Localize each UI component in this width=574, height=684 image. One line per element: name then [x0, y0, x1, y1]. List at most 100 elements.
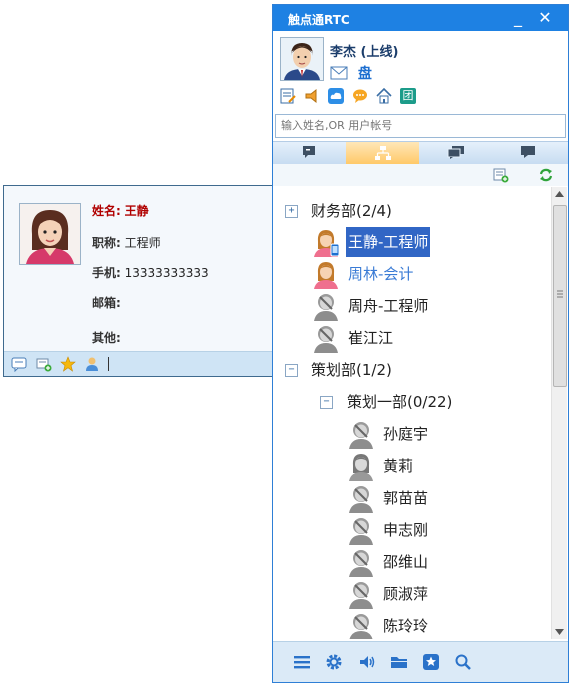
contact-item[interactable]: 崔江江 [273, 323, 551, 353]
contact-name-row: 姓名: 王静 [92, 202, 149, 219]
close-button[interactable]: ✕ [534, 7, 556, 29]
contact-name[interactable]: 王静-工程师 [346, 227, 431, 257]
search-icon[interactable] [454, 653, 472, 671]
home-icon[interactable] [376, 87, 392, 107]
avatar[interactable] [280, 37, 324, 81]
favorites-icon[interactable] [422, 653, 440, 671]
tree-node-dept[interactable]: − 策划部(1/2) [273, 355, 551, 385]
contact-item[interactable]: 邵维山 [273, 547, 551, 577]
offline-user-icon [311, 291, 341, 321]
contact-name[interactable]: 顾淑萍 [383, 579, 428, 609]
text-cursor [108, 357, 109, 371]
user-status[interactable]: (上线) [361, 45, 399, 60]
title-bar[interactable]: 触点通RTC _ ✕ [273, 5, 568, 31]
contact-item[interactable]: 陈玲玲 [273, 611, 551, 639]
volume-icon[interactable] [358, 653, 376, 671]
tab-groups[interactable] [419, 142, 492, 164]
tab-discussion[interactable] [492, 142, 565, 164]
card-toolbar [4, 351, 272, 376]
tree-scrollbar[interactable] [551, 187, 567, 639]
contact-name[interactable]: 郭苗苗 [383, 483, 428, 513]
add-contact-icon[interactable] [493, 167, 509, 186]
contact-name[interactable]: 邵维山 [383, 547, 428, 577]
contact-item[interactable]: 周舟-工程师 [273, 291, 551, 321]
user-name-line: 李杰 (上线) [330, 41, 398, 60]
offline-user-icon [346, 515, 376, 545]
contact-item[interactable]: 申志刚 [273, 515, 551, 545]
search-box[interactable] [275, 114, 566, 138]
title-value: 工程师 [124, 236, 161, 250]
menu-icon[interactable] [293, 653, 311, 671]
window-title: 触点通RTC [288, 13, 350, 27]
contact-name[interactable]: 周林-会计 [348, 259, 413, 289]
contact-name[interactable]: 申志刚 [383, 515, 428, 545]
broadcast-icon[interactable] [304, 88, 320, 107]
search-input[interactable] [276, 115, 566, 135]
folder-icon[interactable] [390, 653, 408, 671]
contact-card: 姓名: 王静 职称: 工程师 手机: 13333333333 邮箱: 其他: [3, 185, 273, 377]
other-label: 其他: [92, 331, 121, 345]
app-icon[interactable]: 团 [400, 88, 416, 104]
mail-icon[interactable] [330, 66, 348, 80]
contact-title-row: 职称: 工程师 [92, 234, 161, 251]
user-group-icon[interactable] [84, 356, 100, 372]
cloud-icon[interactable] [328, 88, 344, 107]
title-label: 职称: [92, 236, 121, 250]
card-add-icon[interactable] [36, 356, 52, 372]
contact-name[interactable]: 孙庭宇 [383, 419, 428, 449]
contact-phone-row: 手机: 13333333333 [92, 264, 209, 281]
tab-bar [273, 141, 568, 165]
refresh-icon[interactable] [538, 167, 554, 186]
contact-item[interactable]: 顾淑萍 [273, 579, 551, 609]
note-icon[interactable] [280, 88, 296, 107]
contact-name[interactable]: 黄莉 [383, 451, 413, 481]
contact-tree: + 财务部(2/4) 王静-工程师 周林-会计 周舟-工程师 崔江江 − 策划部… [273, 187, 551, 639]
offline-user-icon [346, 419, 376, 449]
collapse-toggle[interactable]: − [320, 396, 333, 409]
phone-label: 手机: [92, 266, 121, 280]
dept-label[interactable]: 策划一部(0/22) [347, 387, 452, 417]
contact-email-row: 邮箱: [92, 294, 121, 311]
offline-female-user-icon [346, 451, 376, 481]
contact-name[interactable]: 崔江江 [348, 323, 393, 353]
contact-item[interactable]: 王静-工程师 [273, 227, 551, 257]
expand-toggle[interactable]: + [285, 205, 298, 218]
name-value: 王静 [124, 204, 149, 218]
offline-user-icon [311, 323, 341, 353]
scroll-up-icon[interactable] [555, 191, 564, 197]
star-icon[interactable] [60, 356, 76, 372]
message-icon[interactable] [11, 356, 27, 373]
scroll-down-icon[interactable] [555, 629, 564, 635]
contact-name[interactable]: 陈玲玲 [383, 611, 428, 639]
name-label: 姓名: [92, 204, 121, 218]
tree-node-dept[interactable]: + 财务部(2/4) [273, 196, 551, 226]
contact-name[interactable]: 周舟-工程师 [348, 291, 428, 321]
collapse-toggle[interactable]: − [285, 364, 298, 377]
offline-user-icon [346, 483, 376, 513]
dept-label[interactable]: 财务部(2/4) [311, 196, 392, 226]
settings-icon[interactable] [325, 653, 343, 671]
phone-value: 13333333333 [124, 266, 209, 280]
tab-recent[interactable] [273, 142, 346, 164]
offline-user-icon [346, 611, 376, 639]
disk-icon[interactable]: 盘 [358, 63, 372, 83]
im-main-window: 触点通RTC _ ✕ 李杰 (上线) 盘 团 输入姓名,OR 用户帐号 + 财务… [272, 4, 569, 683]
contact-item[interactable]: 周林-会计 [273, 259, 551, 289]
chat-bubble-icon[interactable] [352, 88, 368, 107]
tree-node-subdept[interactable]: − 策划一部(0/22) [273, 387, 551, 417]
female-user-icon [311, 227, 341, 257]
contact-photo [19, 203, 81, 265]
tab-org[interactable] [346, 142, 419, 164]
female-user-icon [311, 259, 341, 289]
contact-other-row: 其他: [92, 329, 121, 346]
minimize-button[interactable]: _ [507, 7, 529, 29]
contact-item[interactable]: 孙庭宇 [273, 419, 551, 449]
dept-label[interactable]: 策划部(1/2) [311, 355, 392, 385]
offline-user-icon [346, 547, 376, 577]
scroll-thumb[interactable] [553, 205, 567, 387]
contact-item[interactable]: 黄莉 [273, 451, 551, 481]
contact-item[interactable]: 郭苗苗 [273, 483, 551, 513]
bottom-toolbar [273, 641, 568, 682]
email-label: 邮箱: [92, 296, 121, 310]
action-bar [273, 164, 568, 186]
